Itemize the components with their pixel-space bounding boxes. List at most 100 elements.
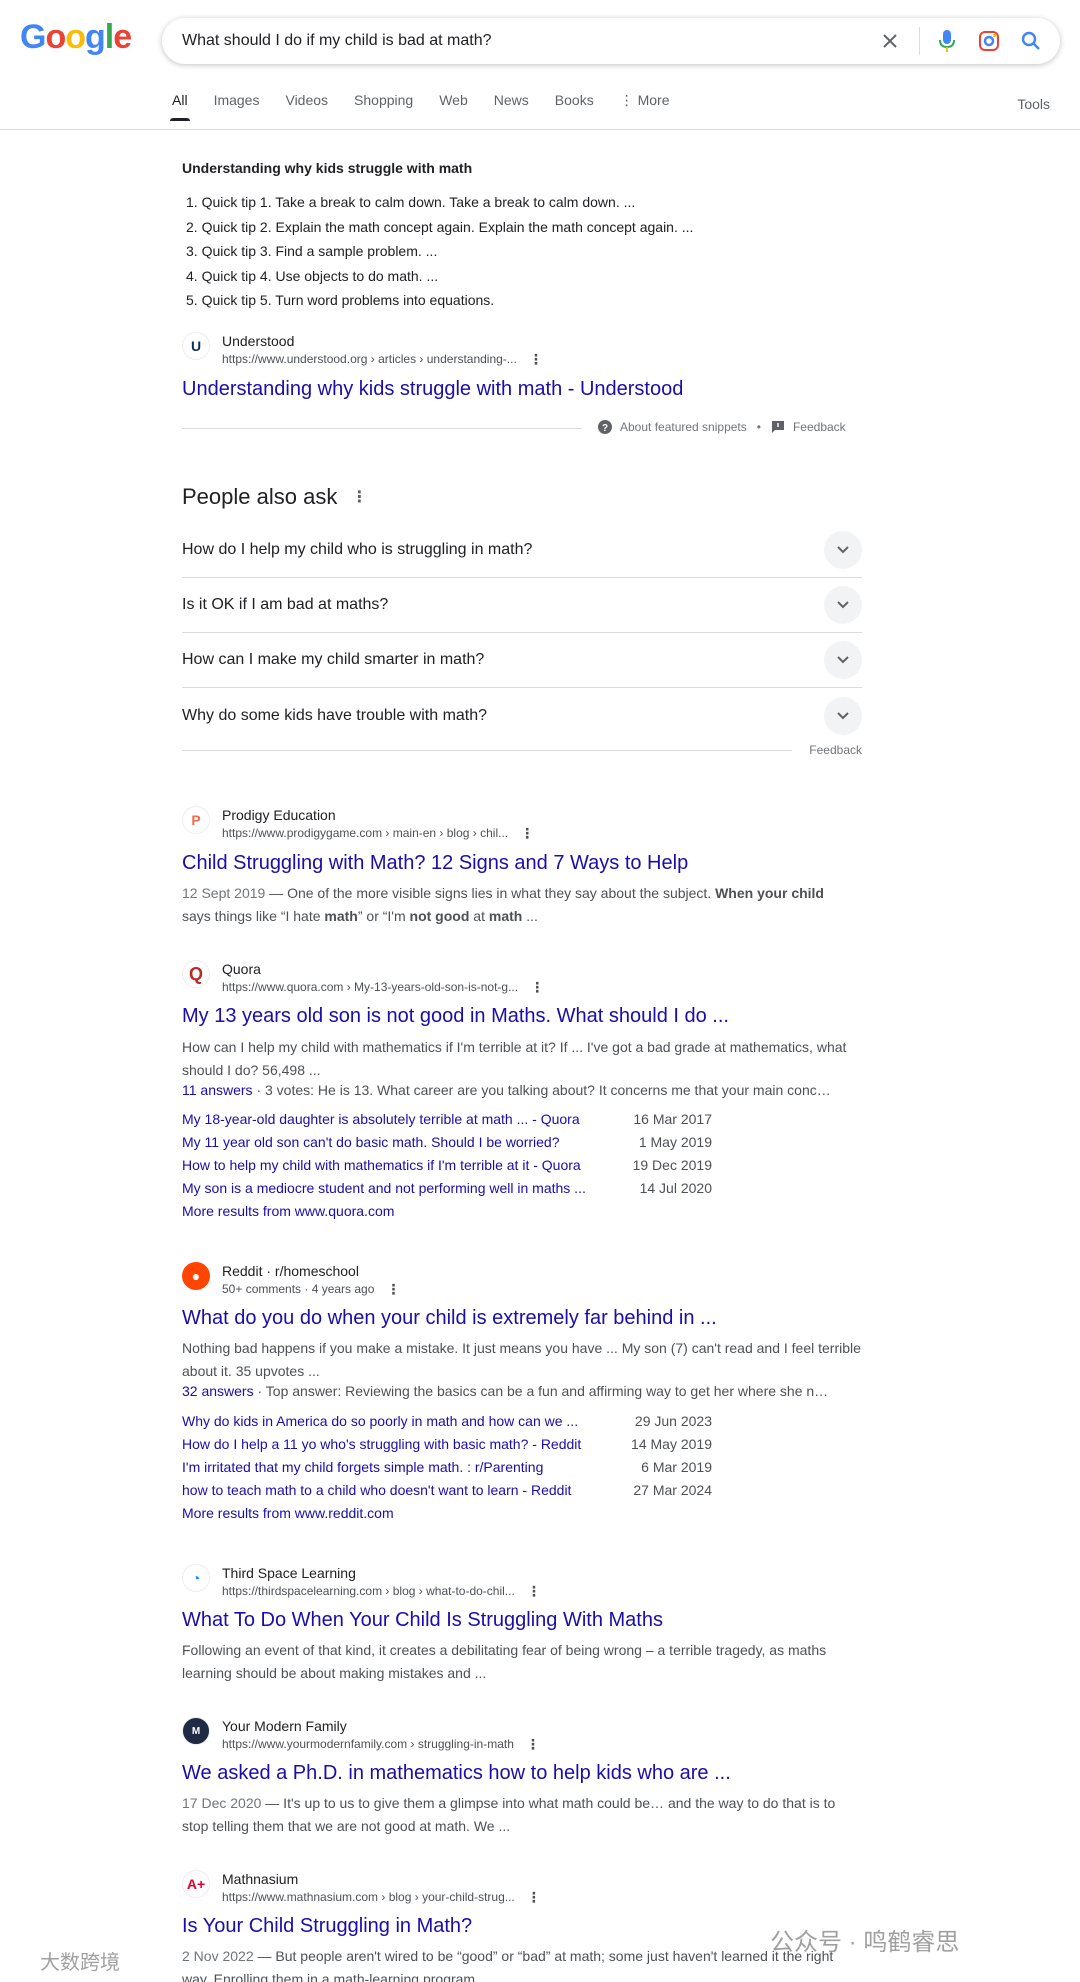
more-options-icon[interactable]: ⋮: [526, 1737, 540, 1751]
sub-result[interactable]: I'm irritated that my child forgets simp…: [182, 1456, 712, 1479]
list-item: 1. Quick tip 1. Take a break to calm dow…: [186, 194, 636, 210]
clear-icon[interactable]: [877, 28, 903, 54]
answers-link[interactable]: 11 answers: [182, 1082, 253, 1098]
sub-result[interactable]: Why do kids in America do so poorly in m…: [182, 1410, 712, 1433]
yourmodernfamily-favicon-icon: M: [182, 1717, 210, 1745]
svg-text:?: ?: [602, 423, 608, 434]
divider: [182, 750, 792, 751]
result-description: 2 Nov 2022 — But people aren't wired to …: [182, 1948, 834, 1982]
paa-question[interactable]: How can I make my child smarter in math?: [182, 633, 862, 688]
more-options-icon[interactable]: ⋮: [386, 1282, 400, 1296]
result-description: 12 Sept 2019 — One of the more visible s…: [182, 885, 824, 924]
result-description: Nothing bad happens if you make a mistak…: [182, 1340, 861, 1379]
understood-favicon-icon: U: [182, 332, 210, 360]
sub-result[interactable]: My son is a mediocre student and not per…: [182, 1177, 712, 1200]
separator-dot: •: [756, 420, 761, 434]
tab-shopping[interactable]: Shopping: [354, 92, 413, 119]
result-source[interactable]: ● Reddit · r/homeschool 50+ comments · 4…: [182, 1262, 400, 1298]
sub-result[interactable]: how to teach math to a child who doesn't…: [182, 1479, 712, 1502]
answers-line: 11 answers · 3 votes: He is 13. What car…: [182, 1082, 831, 1098]
more-results-link[interactable]: More results from www.reddit.com: [182, 1505, 394, 1521]
sub-results: My 18-year-old daughter is absolutely te…: [182, 1108, 712, 1200]
list-item: 2. Quick tip 2. Explain the math concept…: [186, 218, 694, 235]
search-header: Google What should I do if my child is b…: [0, 0, 1080, 130]
search-box[interactable]: What should I do if my child is bad at m…: [162, 18, 1060, 64]
google-logo[interactable]: Google: [20, 18, 132, 57]
more-options-icon[interactable]: ⋮: [529, 352, 543, 366]
result-source[interactable]: P Prodigy Education https://www.prodigyg…: [182, 806, 534, 842]
result-source[interactable]: M Your Modern Family https://www.yourmod…: [182, 1717, 540, 1753]
divider: [182, 428, 582, 429]
source-url: https://www.understood.org › articles › …: [222, 352, 517, 366]
more-options-icon[interactable]: ⋮: [520, 826, 534, 840]
paa-question[interactable]: Why do some kids have trouble with math?: [182, 688, 862, 743]
result-source[interactable]: Q Quora https://www.quora.com › My-13-ye…: [182, 960, 544, 996]
tab-more[interactable]: ⋮ More: [620, 92, 670, 119]
search-tabs: All Images Videos Shopping Web News Book…: [170, 92, 696, 121]
sub-result[interactable]: How do I help a 11 yo who's struggling w…: [182, 1433, 712, 1456]
source-name: Understood: [222, 333, 295, 349]
result-title[interactable]: What To Do When Your Child Is Struggling…: [182, 1607, 663, 1633]
result-title[interactable]: Is Your Child Struggling in Math?: [182, 1913, 472, 1939]
reddit-favicon-icon: ●: [182, 1262, 210, 1290]
result-title[interactable]: Child Struggling with Math? 12 Signs and…: [182, 850, 688, 876]
about-featured-snippets-link[interactable]: About featured snippets: [620, 420, 747, 434]
tab-all[interactable]: All: [170, 92, 190, 121]
watermark-left: 大数跨境: [40, 1952, 120, 1974]
result-description: 17 Dec 2020 — It's up to us to give them…: [182, 1795, 836, 1834]
watermark-right: 公众号 · 鸣鹤睿思: [770, 1929, 960, 1956]
thirdspace-favicon-icon: ◔: [182, 1564, 210, 1592]
mathnasium-favicon-icon: A+: [182, 1870, 210, 1898]
feedback-icon: [771, 421, 784, 433]
tab-web[interactable]: Web: [439, 92, 468, 119]
more-options-icon[interactable]: ⋮: [527, 1890, 541, 1904]
more-results-link[interactable]: More results from www.quora.com: [182, 1203, 394, 1219]
answers-line: 32 answers · Top answer: Reviewing the b…: [182, 1383, 829, 1399]
sub-results: Why do kids in America do so poorly in m…: [182, 1410, 712, 1502]
help-icon: ?: [598, 420, 612, 434]
featured-snippet-list: 1. Quick tip 1. Take a break to calm dow…: [186, 190, 693, 313]
paa-question[interactable]: Is it OK if I am bad at maths?: [182, 578, 862, 633]
result-description: Following an event of that kind, it crea…: [182, 1642, 827, 1681]
list-item: 5. Quick tip 5. Turn word problems into …: [186, 292, 495, 308]
result-title[interactable]: My 13 years old son is not good in Maths…: [182, 1003, 729, 1029]
tools-button[interactable]: Tools: [1017, 96, 1050, 112]
result-description: How can I help my child with mathematics…: [182, 1039, 847, 1078]
more-options-icon[interactable]: ⋮: [351, 487, 367, 507]
chevron-down-icon[interactable]: [824, 696, 862, 735]
search-divider: [919, 27, 920, 55]
quora-favicon-icon: Q: [182, 960, 210, 988]
featured-snippet-title: Understanding why kids struggle with mat…: [182, 160, 473, 176]
chevron-down-icon[interactable]: [824, 531, 862, 569]
tab-videos[interactable]: Videos: [285, 92, 328, 119]
featured-source[interactable]: U Understood https://www.understood.org …: [182, 332, 543, 368]
lens-icon[interactable]: [976, 28, 1002, 54]
paa-question[interactable]: How do I help my child who is struggling…: [182, 523, 862, 578]
people-also-ask-title: People also ask ⋮: [182, 484, 368, 509]
result-source[interactable]: ◔ Third Space Learning https://thirdspac…: [182, 1564, 541, 1600]
microphone-icon[interactable]: [934, 28, 960, 54]
result-source[interactable]: A+ Mathnasium https://www.mathnasium.com…: [182, 1870, 541, 1906]
featured-link-title[interactable]: Understanding why kids struggle with mat…: [182, 376, 683, 402]
tab-books[interactable]: Books: [555, 92, 594, 119]
search-icon[interactable]: [1018, 28, 1044, 54]
more-options-icon[interactable]: ⋮: [527, 1584, 541, 1598]
more-options-icon[interactable]: ⋮: [530, 980, 544, 994]
paa-feedback-link[interactable]: Feedback: [809, 743, 862, 757]
sub-result[interactable]: My 18-year-old daughter is absolutely te…: [182, 1108, 712, 1131]
sub-result[interactable]: My 11 year old son can't do basic math. …: [182, 1131, 712, 1154]
tab-news[interactable]: News: [494, 92, 529, 119]
sub-result[interactable]: How to help my child with mathematics if…: [182, 1154, 712, 1177]
answers-link[interactable]: 32 answers: [182, 1383, 254, 1399]
result-title[interactable]: We asked a Ph.D. in mathematics how to h…: [182, 1760, 731, 1786]
list-item: 3. Quick tip 3. Find a sample problem. .…: [186, 243, 438, 259]
chevron-down-icon[interactable]: [824, 641, 862, 679]
prodigy-favicon-icon: P: [182, 806, 210, 834]
search-input[interactable]: What should I do if my child is bad at m…: [182, 32, 877, 50]
tab-images[interactable]: Images: [214, 92, 260, 119]
result-title[interactable]: What do you do when your child is extrem…: [182, 1305, 717, 1331]
chevron-down-icon[interactable]: [824, 586, 862, 624]
featured-footer: ? About featured snippets • Feedback: [598, 420, 846, 434]
feedback-link[interactable]: Feedback: [793, 420, 846, 434]
list-item: 4. Quick tip 4. Use objects to do math. …: [186, 267, 439, 284]
